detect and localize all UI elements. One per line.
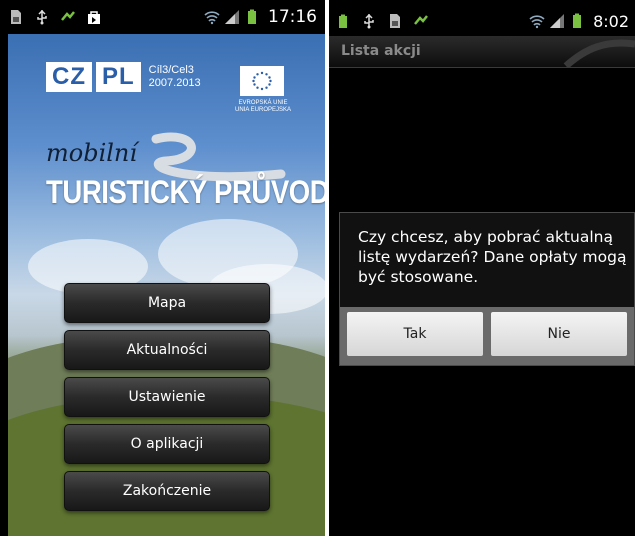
- wifi-icon: [204, 11, 220, 25]
- page-title: Lista akcji: [341, 43, 421, 59]
- clock: 8:02: [593, 11, 629, 31]
- sd-card-icon: [390, 14, 400, 28]
- battery-notification-icon: [339, 14, 347, 28]
- app-title: TURISTICKÝ PRŮVODCE: [46, 174, 325, 210]
- sync-icon: [61, 11, 75, 21]
- app-subtitle: mobilní: [46, 139, 138, 167]
- download-dialog: Czy chcesz, aby pobrać aktualną listę wy…: [339, 212, 635, 366]
- sync-icon: [414, 15, 428, 25]
- menu-button-map[interactable]: Mapa: [64, 283, 270, 323]
- eu-flag: [240, 66, 284, 96]
- eu-caption: EVROPSKÁ UNIE UNIA EUROPEJSKA: [231, 100, 295, 114]
- status-bar: 8:02: [329, 6, 635, 36]
- battery-icon: [248, 9, 256, 24]
- no-button[interactable]: Nie: [491, 312, 627, 356]
- menu-button-news[interactable]: Aktualności: [64, 330, 270, 370]
- home-screen: CZ PL Cíl3/Cel3 2007.2013 EVROPSKÁ UNIE …: [8, 34, 325, 536]
- usb-icon: [37, 9, 47, 25]
- battery-icon: [573, 13, 582, 28]
- menu-button-exit[interactable]: Zakończenie: [64, 471, 270, 511]
- menu-button-settings[interactable]: Ustawienie: [64, 377, 270, 417]
- pl-logo-text: PL: [96, 62, 141, 92]
- title-bar: Lista akcji: [329, 36, 635, 68]
- signal-icon: [550, 14, 565, 28]
- yes-button[interactable]: Tak: [347, 312, 483, 356]
- czpl-logo: CZ PL Cíl3/Cel3 2007.2013: [46, 62, 201, 92]
- bag-icon: [88, 11, 100, 24]
- dialog-button-bar: Tak Nie: [340, 307, 634, 365]
- program-label-line2: 2007.2013: [148, 77, 201, 89]
- road-swoosh-graphic: [563, 39, 635, 68]
- usb-icon: [364, 13, 374, 29]
- eu-stars-icon: [252, 71, 272, 91]
- cz-logo-text: CZ: [46, 62, 92, 92]
- dialog-message: Czy chcesz, aby pobrać aktualną listę wy…: [358, 228, 627, 286]
- eu-caption-line1: EVROPSKÁ UNIE: [238, 100, 288, 106]
- status-bar: 17:16: [0, 0, 325, 34]
- program-label-line1: Cíl3/Cel3: [148, 64, 194, 76]
- right-phone-screen: 8:02 Lista akcji Czy chcesz, aby pobrać …: [329, 0, 635, 536]
- wifi-icon: [529, 15, 545, 29]
- menu-button-about[interactable]: O aplikacji: [64, 424, 270, 464]
- program-label: Cíl3/Cel3 2007.2013: [149, 64, 201, 90]
- eu-caption-line2: UNIA EUROPEJSKA: [234, 107, 291, 113]
- left-phone-screen: 17:16 CZ PL Cíl3/Cel3 2007.2013 EVROPSKÁ…: [0, 0, 325, 536]
- sd-card-icon: [11, 10, 21, 24]
- signal-icon: [225, 10, 239, 24]
- clock: 17:16: [268, 7, 317, 27]
